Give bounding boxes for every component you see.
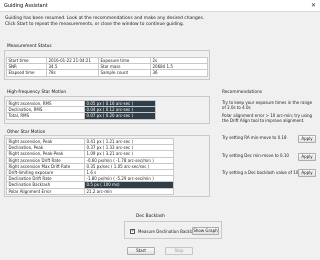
start-button[interactable]: Start [127, 247, 155, 255]
high-freq-table: Right ascension, RMS 0.05 px ( 0.16 arc-… [6, 99, 156, 120]
exposure-recommendation: Try to keep your exposure times in the r… [222, 100, 313, 111]
polar-recommendation: Polar alignment error > 10 arc-min; try … [222, 113, 318, 123]
table-row: Polar Alignment Error 21.2 arc-min [6, 187, 174, 195]
measurement-status-title: Measurement Status [7, 44, 52, 49]
total-rms-label: Total, RMS [6, 112, 85, 120]
table-row: Right ascension Max Drift Rate 0.35 px/s… [6, 162, 174, 170]
sample-count-label: Sample count [98, 69, 151, 77]
table-row: Right ascension Drift Rate -0.60 px/min … [6, 156, 174, 164]
apply-dec-backlash-button[interactable]: Apply [298, 169, 316, 177]
start-time-value: 2016-01-22 21:04:21 [46, 56, 99, 65]
intro-line-2: Click Start to repeat the measurements, … [5, 22, 185, 27]
show-graph-button[interactable]: Show Graph [192, 227, 219, 235]
apply-ra-min-move-button[interactable]: Apply [298, 135, 316, 143]
polar-error-value: 21.2 arc-min [84, 187, 174, 195]
dec-backlash-recommendation: Try setting a Dec backlash value of 100 … [222, 170, 309, 175]
measure-backlash-label: Measure Declination Backlash [138, 229, 199, 234]
stop-button[interactable]: Stop [165, 247, 193, 255]
measure-backlash-checkbox[interactable]: ✓ [130, 229, 135, 234]
high-freq-title: High-frequency Star Motion [7, 90, 67, 95]
sample-count-value: 36 [150, 69, 208, 77]
dec-backlash-title: Dec Backlash [136, 214, 165, 219]
dec-min-move-recommendation: Try setting Dec min-move to 0.10 [222, 153, 289, 158]
elapsed-time-label: Elapsed time [6, 69, 47, 77]
elapsed-time-value: 78s [46, 69, 99, 77]
polar-error-label: Polar Alignment Error [6, 187, 85, 195]
table-row: Declination Drift Rate -1.80 px/min ( -5… [6, 175, 174, 183]
polar-recommendation-line-2: the Drift Align tool to improve alignmen… [222, 118, 305, 124]
measurement-status-table: Start time 2016-01-22 21:04:21 Exposure … [6, 56, 208, 77]
other-motion-table: Right ascension, Peak 0.41 px ( 1.21 arc… [6, 137, 174, 195]
ra-min-move-recommendation: Try setting RA min-move to 0.18 [222, 135, 287, 140]
recommendations-title: Recommendations [222, 90, 262, 95]
window-title: Guiding Assistant [4, 3, 48, 9]
close-icon[interactable]: ✕ [311, 2, 316, 9]
apply-dec-min-move-button[interactable]: Apply [298, 153, 316, 161]
intro-text: Guiding has been resumed. Look at the re… [5, 16, 305, 28]
table-row: Elapsed time 78s Sample count 36 [6, 69, 208, 77]
table-row: Total, RMS 0.07 px ( 0.20 arc-sec ) [6, 112, 156, 120]
total-rms-value: 0.07 px ( 0.20 arc-sec ) [84, 112, 156, 120]
title-bar: Guiding Assistant ✕ [0, 0, 320, 12]
